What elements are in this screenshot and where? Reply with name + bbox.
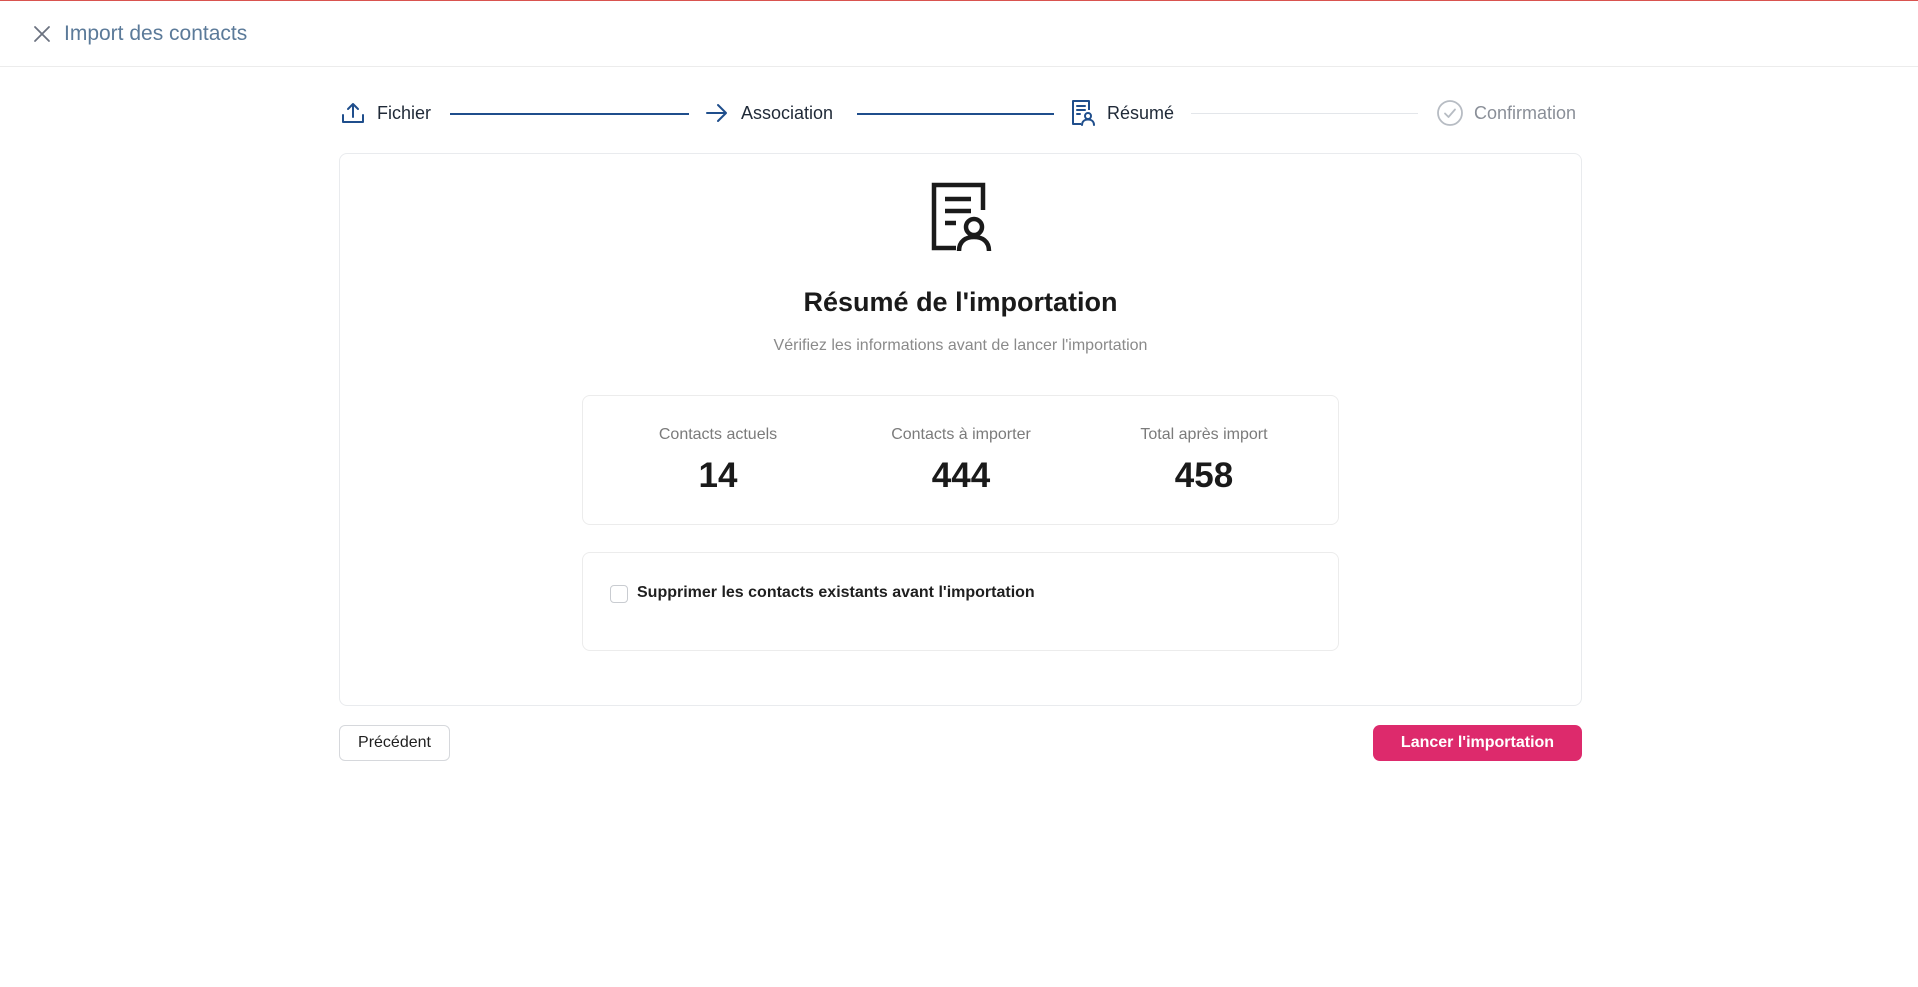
summary-subtitle: Vérifiez les informations avant de lance…	[773, 337, 1148, 354]
delete-existing-label[interactable]: Supprimer les contacts existants avant l…	[637, 584, 1035, 602]
step-label: Association	[741, 102, 834, 123]
summary-title: Résumé de l'importation	[803, 287, 1118, 317]
upload-icon	[339, 99, 367, 127]
stat-total-after-import: Total après import 458	[1104, 396, 1304, 496]
close-icon	[34, 25, 50, 42]
arrow-right-icon	[703, 99, 731, 127]
document-user-icon	[1069, 99, 1097, 127]
page-header: Import des contacts	[0, 1, 1918, 67]
step-label: Confirmation	[1474, 102, 1577, 123]
summary-card: Résumé de l'importation Vérifiez les inf…	[339, 153, 1582, 706]
stat-value: 14	[698, 456, 738, 495]
step-fichier[interactable]: Fichier	[339, 96, 431, 130]
launch-import-button[interactable]: Lancer l'importation	[1373, 725, 1582, 761]
step-association[interactable]: Association	[703, 96, 833, 130]
stat-label: Contacts à importer	[891, 426, 1031, 443]
stat-value: 444	[931, 456, 991, 495]
import-stepper: Fichier Association Résumé Confirmation	[339, 96, 1581, 130]
stat-current-contacts: Contacts actuels 14	[618, 396, 818, 496]
stat-value: 458	[1174, 456, 1234, 495]
close-button[interactable]	[30, 22, 54, 46]
step-label: Fichier	[377, 102, 432, 123]
check-circle-icon	[1436, 99, 1464, 127]
step-label: Résumé	[1107, 102, 1175, 123]
stat-label: Total après import	[1140, 426, 1268, 443]
stat-contacts-to-import: Contacts à importer 444	[861, 396, 1061, 496]
step-connector	[857, 113, 1054, 115]
step-connector	[450, 113, 689, 115]
stats-box: Contacts actuels 14 Contacts à importer …	[582, 395, 1339, 525]
step-confirmation[interactable]: Confirmation	[1436, 96, 1576, 130]
document-user-icon	[930, 181, 994, 253]
page-title: Import des contacts	[64, 21, 248, 45]
step-resume[interactable]: Résumé	[1069, 96, 1174, 130]
previous-button[interactable]: Précédent	[339, 725, 450, 761]
stat-label: Contacts actuels	[658, 426, 778, 443]
step-connector	[1191, 113, 1418, 114]
delete-existing-option: Supprimer les contacts existants avant l…	[582, 552, 1339, 651]
delete-existing-checkbox[interactable]	[610, 585, 628, 603]
